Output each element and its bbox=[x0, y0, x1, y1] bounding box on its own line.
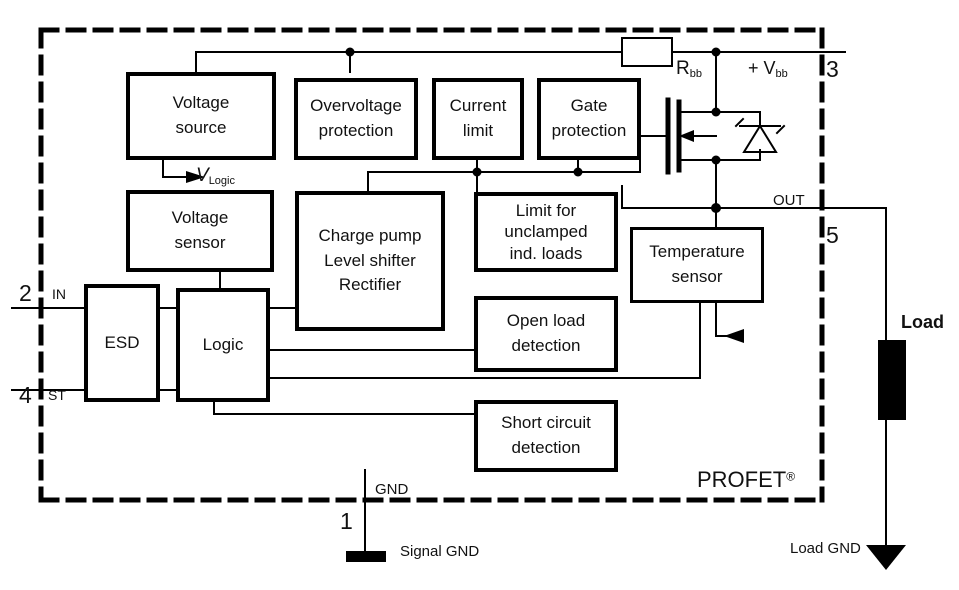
pin-number-4: 4 bbox=[19, 382, 32, 408]
registered-mark-icon: ® bbox=[786, 469, 796, 484]
resistor-rbb bbox=[621, 37, 673, 67]
label-signal-gnd: Signal GND bbox=[400, 543, 480, 560]
block-line: Voltage bbox=[172, 93, 230, 113]
load-component bbox=[878, 340, 906, 420]
junction-dot bbox=[573, 167, 583, 177]
pin-number-5: 5 bbox=[826, 222, 839, 248]
block-line: Temperature bbox=[649, 242, 745, 262]
pin-number-2: 2 bbox=[19, 280, 32, 306]
pin-number-1: 1 bbox=[340, 508, 353, 534]
block-line: protection bbox=[551, 121, 627, 140]
label-vlogic: VLogic bbox=[196, 165, 235, 188]
junction-dot bbox=[711, 155, 721, 165]
block-line: limit bbox=[462, 121, 494, 140]
block-line: sensor bbox=[671, 267, 723, 286]
block-line: detection bbox=[511, 438, 581, 457]
junction-dot bbox=[711, 107, 721, 117]
block-voltage-source[interactable]: Voltage source bbox=[126, 72, 276, 160]
zener-triangle bbox=[742, 124, 778, 153]
pin-number-3: 3 bbox=[826, 56, 839, 82]
block-line: Limit for bbox=[515, 201, 577, 221]
label-profet-brand: PROFET® bbox=[697, 467, 796, 492]
block-logic[interactable]: Logic bbox=[176, 288, 270, 402]
vlogic-arrow bbox=[162, 159, 186, 178]
block-line: Charge pump bbox=[318, 226, 422, 246]
block-line: detection bbox=[511, 336, 581, 355]
block-voltage-sensor[interactable]: Voltage sensor bbox=[126, 190, 274, 272]
pin-name-gnd: GND bbox=[375, 481, 409, 498]
block-line: protection bbox=[318, 121, 394, 140]
label-vbb-sub: bb bbox=[775, 68, 788, 81]
logic-to-shortcircuit bbox=[213, 401, 475, 415]
block-gate-protection[interactable]: Gate protection bbox=[537, 78, 641, 160]
internal-bus bbox=[367, 159, 641, 193]
block-line: source bbox=[175, 118, 227, 137]
block-diagram-canvas: Voltage source Overvoltage protection Cu… bbox=[0, 0, 959, 590]
mosfet-gate-lead bbox=[639, 135, 669, 173]
block-open-load-detection[interactable]: Open load detection bbox=[474, 296, 618, 372]
block-line: ESD bbox=[104, 332, 140, 352]
block-temperature-sensor[interactable]: Temperature sensor bbox=[630, 227, 764, 303]
pin-name-out: OUT bbox=[773, 192, 805, 209]
block-line: unclamped bbox=[504, 222, 588, 242]
block-short-circuit-detection[interactable]: Short circuit detection bbox=[474, 400, 618, 472]
junction-dot bbox=[345, 47, 355, 57]
block-line: Overvoltage bbox=[310, 96, 402, 116]
block-esd[interactable]: ESD bbox=[84, 284, 160, 402]
signal-ground-symbol bbox=[346, 551, 386, 562]
label-rbb: Rbb bbox=[676, 58, 702, 81]
block-line: Current bbox=[449, 96, 507, 116]
block-line: Rectifier bbox=[338, 275, 402, 295]
block-line: Level shifter bbox=[324, 250, 416, 270]
label-rbb-sub: bb bbox=[689, 68, 702, 81]
label-vlogic-sub: Logic bbox=[208, 175, 235, 188]
label-load: Load bbox=[901, 312, 944, 332]
block-line: Open load bbox=[506, 311, 586, 331]
esd-logic-wires bbox=[159, 307, 177, 391]
label-load-gnd: Load GND bbox=[790, 540, 861, 557]
block-line: Voltage bbox=[171, 208, 229, 228]
block-line: Gate bbox=[570, 96, 608, 116]
block-charge-pump[interactable]: Charge pump Level shifter Rectifier bbox=[295, 191, 445, 331]
label-vbb: + Vbb bbox=[748, 58, 788, 81]
block-overvoltage-protection[interactable]: Overvoltage protection bbox=[294, 78, 418, 160]
block-current-limit[interactable]: Current limit bbox=[432, 78, 524, 160]
junction-dot bbox=[472, 167, 482, 177]
block-line: Logic bbox=[202, 334, 244, 354]
pin-name-in: IN bbox=[52, 286, 66, 302]
block-limit-unclamped-loads[interactable]: Limit for unclamped ind. loads bbox=[474, 192, 618, 272]
block-line: sensor bbox=[174, 233, 226, 252]
feedback-arrow-head bbox=[724, 329, 744, 343]
load-ground-arrow bbox=[866, 545, 906, 570]
pin-name-st: ST bbox=[48, 387, 66, 403]
block-line: ind. loads bbox=[509, 243, 583, 263]
block-line: Short circuit bbox=[501, 413, 591, 433]
